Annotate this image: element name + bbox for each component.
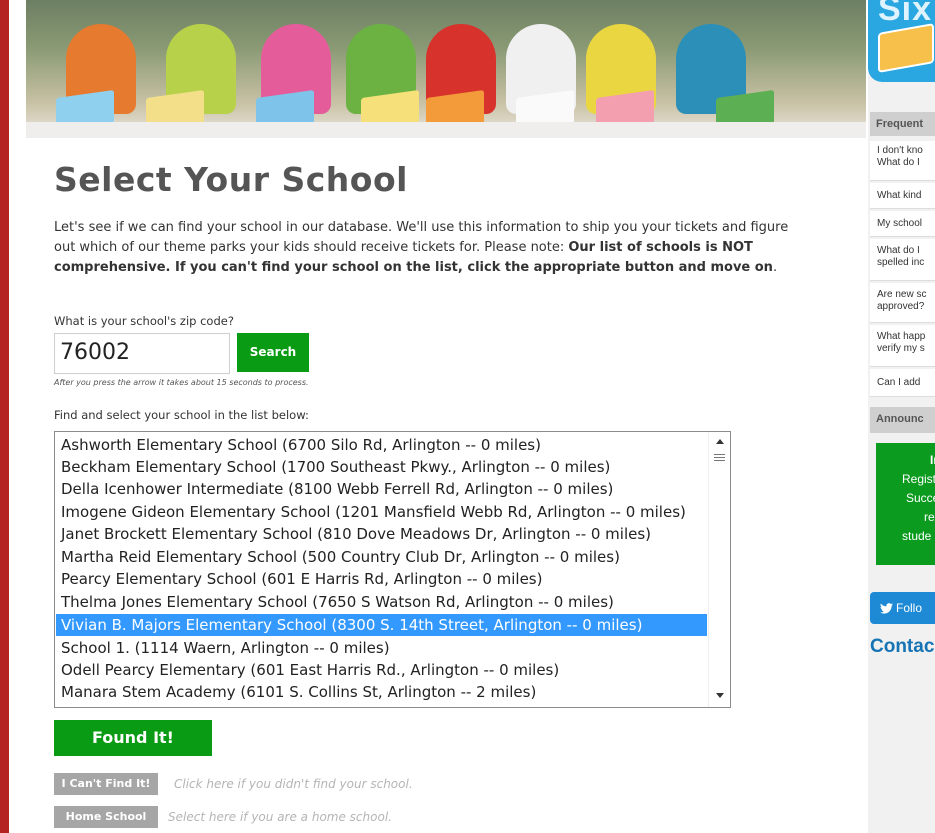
banner-floor bbox=[26, 122, 866, 138]
faq-item-line: Can I add bbox=[877, 377, 921, 388]
faq-item[interactable]: What kind bbox=[870, 183, 935, 209]
school-option[interactable]: Pearcy Elementary School (601 E Harris R… bbox=[56, 568, 707, 590]
school-option[interactable]: Manara Stem Academy (6101 S. Collins St,… bbox=[56, 681, 707, 703]
twitter-follow-button[interactable]: Follo bbox=[870, 592, 935, 624]
school-option[interactable]: Imogene Gideon Elementary School (1201 M… bbox=[56, 501, 707, 523]
school-option-selected[interactable]: Vivian B. Majors Elementary School (8300… bbox=[56, 614, 707, 636]
scroll-up-arrow-icon[interactable] bbox=[716, 439, 724, 444]
found-it-button[interactable]: Found It! bbox=[54, 720, 212, 756]
faq-item[interactable]: Can I add bbox=[870, 369, 935, 397]
faq-item[interactable]: What do I spelled inc bbox=[870, 239, 935, 281]
faq-item-line: What kind bbox=[877, 190, 922, 201]
school-option[interactable]: Ashworth Elementary School (6700 Silo Rd… bbox=[56, 434, 707, 456]
announcement-title: In bbox=[930, 453, 935, 467]
faq-item-line: What happ bbox=[877, 331, 926, 342]
faq-item[interactable]: My school bbox=[870, 211, 935, 237]
announcement-line: Succe bbox=[906, 491, 935, 505]
announcement-line: Regist bbox=[902, 472, 935, 486]
school-select-list[interactable]: Ashworth Elementary School (6700 Silo Rd… bbox=[54, 431, 731, 708]
scroll-thumb-grip-icon[interactable] bbox=[712, 452, 727, 464]
site-logo[interactable]: Six bbox=[868, 0, 935, 82]
zip-code-label: What is your school's zip code? bbox=[54, 314, 234, 328]
intro-paragraph: Let's see if we can find your school in … bbox=[54, 218, 789, 278]
faq-item-line: What do I bbox=[877, 245, 920, 256]
left-accent-bar bbox=[0, 0, 9, 833]
cant-find-hint: Click here if you didn't find your schoo… bbox=[174, 777, 413, 791]
twitter-follow-label: Follo bbox=[896, 601, 923, 615]
faq-item[interactable]: Are new sc approved? bbox=[870, 283, 935, 323]
page-title: Select Your School bbox=[54, 160, 408, 199]
faq-item[interactable]: I don't kno What do I bbox=[870, 141, 935, 181]
search-button[interactable]: Search bbox=[237, 333, 309, 372]
zip-code-input[interactable]: 76002 bbox=[54, 333, 230, 374]
announcements-heading: Announc bbox=[870, 407, 935, 433]
school-option[interactable]: School 1. (1114 Waern, Arlington -- 0 mi… bbox=[56, 637, 707, 659]
faq-item-line: spelled inc bbox=[877, 257, 925, 268]
school-option[interactable]: Della Icenhower Intermediate (8100 Webb … bbox=[56, 478, 707, 500]
announcement-box[interactable]: In Regist Succe reg stude bbox=[876, 443, 935, 565]
faq-item[interactable]: What happ verify my s bbox=[870, 325, 935, 367]
school-option[interactable]: Thelma Jones Elementary School (7650 S W… bbox=[56, 591, 707, 613]
intro-end: . bbox=[772, 260, 778, 275]
faq-item-line: verify my s bbox=[877, 343, 925, 354]
home-school-button[interactable]: Home School bbox=[54, 806, 158, 828]
school-option[interactable]: Janet Brockett Elementary School (810 Do… bbox=[56, 523, 707, 545]
header-banner-image bbox=[26, 0, 866, 138]
school-option[interactable]: Beckham Elementary School (1700 Southeas… bbox=[56, 456, 707, 478]
list-scrollbar[interactable] bbox=[708, 432, 730, 707]
zip-processing-hint: After you press the arrow it takes about… bbox=[54, 378, 309, 387]
twitter-bird-icon bbox=[880, 603, 893, 614]
school-option[interactable]: Martha Reid Elementary School (500 Count… bbox=[56, 546, 707, 568]
faq-heading: Frequent bbox=[870, 112, 935, 136]
faq-item-line: I don't kno bbox=[877, 145, 923, 156]
contact-link[interactable]: Contac bbox=[870, 636, 934, 658]
faq-item-line: approved? bbox=[877, 301, 925, 312]
announcement-line: reg bbox=[924, 510, 935, 524]
announcement-line: stude bbox=[902, 529, 932, 543]
logo-book-icon bbox=[878, 23, 934, 73]
faq-item-line: Are new sc bbox=[877, 289, 927, 300]
faq-item-line: What do I bbox=[877, 157, 920, 168]
school-option[interactable]: Odell Pearcy Elementary (601 East Harris… bbox=[56, 659, 707, 681]
scroll-down-arrow-icon[interactable] bbox=[716, 693, 724, 698]
school-list-label: Find and select your school in the list … bbox=[54, 408, 309, 422]
faq-item-line: My school bbox=[877, 218, 923, 229]
cant-find-button[interactable]: I Can't Find It! bbox=[54, 773, 158, 795]
home-school-hint: Select here if you are a home school. bbox=[168, 810, 392, 824]
